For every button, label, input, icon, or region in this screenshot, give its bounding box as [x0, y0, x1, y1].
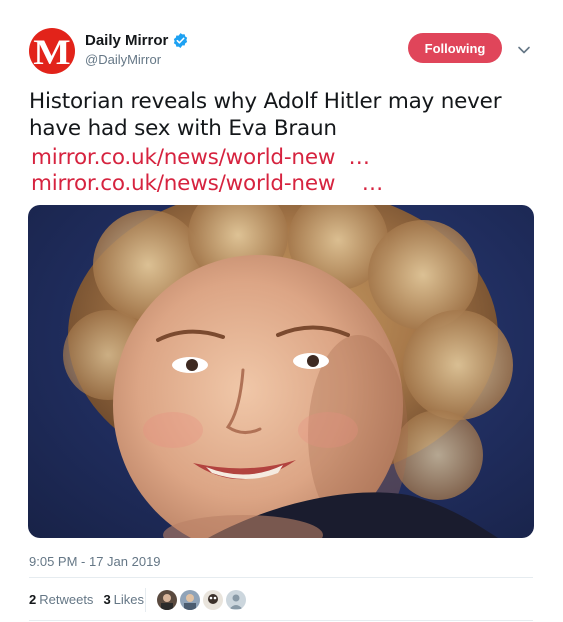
stats-separator: [145, 588, 146, 612]
tweet-link-2[interactable]: mirror.co.uk/news/world-new …: [31, 170, 383, 197]
tweet-card: M Daily Mirror @DailyMirror Following Hi…: [0, 0, 563, 622]
chevron-down-icon[interactable]: [517, 42, 531, 54]
account-handle[interactable]: @DailyMirror: [85, 52, 161, 67]
tweet-text: Historian reveals why Adolf Hitler may n…: [29, 89, 502, 141]
verified-badge-icon: [172, 32, 189, 49]
likes-stat[interactable]: 3 Likes: [103, 592, 144, 607]
display-name[interactable]: Daily Mirror: [85, 32, 168, 49]
avatar-logo-letter: M: [33, 32, 71, 72]
liker-avatar[interactable]: [157, 590, 177, 610]
retweets-label: Retweets: [39, 592, 94, 607]
bottom-divider: [29, 620, 533, 621]
retweets-stat[interactable]: 2 Retweets: [29, 592, 93, 607]
following-button[interactable]: Following: [408, 33, 502, 63]
tweet-timestamp[interactable]: 9:05 PM - 17 Jan 2019: [29, 554, 161, 569]
likes-count: 3: [103, 592, 111, 607]
account-avatar[interactable]: M: [29, 28, 75, 74]
name-row: Daily Mirror: [85, 30, 189, 50]
tweet-photo[interactable]: [28, 205, 534, 538]
divider: [29, 577, 533, 578]
tweet-link-1[interactable]: mirror.co.uk/news/world-new …: [31, 144, 370, 171]
retweets-count: 2: [29, 592, 37, 607]
tweet-stats: 2 Retweets 3 Likes: [29, 592, 154, 607]
likes-label: Likes: [113, 592, 145, 607]
liker-avatar-default[interactable]: [226, 590, 246, 610]
liker-avatar[interactable]: [203, 590, 223, 610]
liker-avatar[interactable]: [180, 590, 200, 610]
liker-avatars: [157, 590, 249, 610]
portrait-image: [63, 205, 513, 538]
